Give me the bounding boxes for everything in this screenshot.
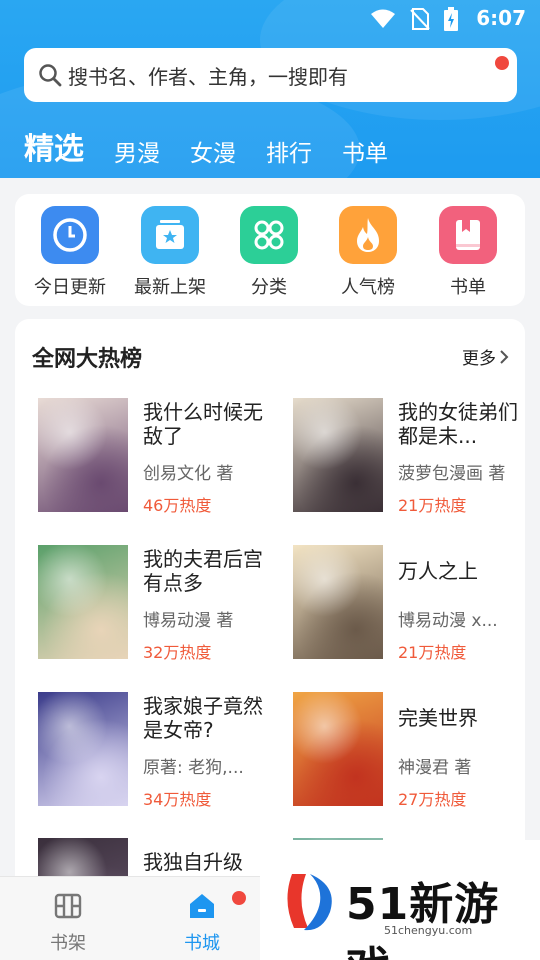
tab-female-comics[interactable]: 女漫 xyxy=(190,134,236,168)
header: 6:07 搜书名、作者、主角，一搜即有 精选 男漫 女漫 排行 书单 xyxy=(0,0,540,178)
watermark-url: 51chengyu.com xyxy=(384,924,473,937)
quick-popular[interactable]: 人气榜 xyxy=(318,206,418,299)
battery-icon xyxy=(444,7,458,31)
book-author: 原著: 老狗,... xyxy=(143,758,244,778)
book-title[interactable]: 万人之上 xyxy=(398,559,525,583)
grid-icon xyxy=(240,206,298,264)
watermark-text: 51新游戏 xyxy=(346,879,500,960)
quick-entry-panel: 今日更新 最新上架 分类 人气榜 书单 xyxy=(15,194,525,306)
book-heat: 21万热度 xyxy=(398,496,467,515)
book-title[interactable]: 完美世界 xyxy=(398,706,525,730)
quick-label: 今日更新 xyxy=(34,277,106,298)
quick-category[interactable]: 分类 xyxy=(219,206,319,299)
quick-booklist[interactable]: 书单 xyxy=(418,206,518,299)
home-icon xyxy=(190,894,214,918)
book-cover[interactable] xyxy=(293,692,383,806)
watermark: 51新游戏 51chengyu.com xyxy=(260,840,540,960)
tab-booklist[interactable]: 书单 xyxy=(342,134,388,168)
tab-male-comics[interactable]: 男漫 xyxy=(114,134,160,168)
status-bar: 6:07 xyxy=(0,0,540,38)
book-cover[interactable] xyxy=(38,545,128,659)
notification-dot xyxy=(232,891,246,905)
quick-label: 人气榜 xyxy=(341,277,395,298)
book-heat: 27万热度 xyxy=(398,790,467,809)
quick-label: 书单 xyxy=(450,277,486,298)
book-cover[interactable] xyxy=(38,398,128,512)
search-placeholder[interactable]: 搜书名、作者、主角，一搜即有 xyxy=(68,61,348,90)
quick-label: 分类 xyxy=(251,277,287,298)
search-icon xyxy=(39,64,62,87)
book-heat: 32万热度 xyxy=(143,643,212,662)
book-title[interactable]: 我家娘子竟然是女帝? xyxy=(143,694,278,742)
quick-today-update[interactable]: 今日更新 xyxy=(20,206,120,299)
star-box-icon xyxy=(141,206,199,264)
book-title[interactable]: 我独自升级 xyxy=(143,850,278,874)
book-title[interactable]: 我的夫君后宫有点多 xyxy=(143,547,278,595)
book-title[interactable]: 我的女徒弟们都是未... xyxy=(398,400,525,448)
tab-ranking[interactable]: 排行 xyxy=(266,134,312,168)
more-label[interactable]: 更多 xyxy=(462,344,496,369)
book-card[interactable]: 我独自升级 xyxy=(38,838,278,879)
status-time: 6:07 xyxy=(476,6,526,30)
notification-dot xyxy=(495,56,509,70)
tab-featured[interactable]: 精选 xyxy=(24,124,84,168)
no-sim-icon xyxy=(410,8,430,30)
nav-bookstore[interactable]: 书城 xyxy=(162,891,242,955)
book-card[interactable]: 我家娘子竟然是女帝? 原著: 老狗,... 34万热度 xyxy=(38,692,278,809)
bookshelf-icon xyxy=(54,893,82,919)
search-bar[interactable]: 搜书名、作者、主角，一搜即有 xyxy=(24,48,517,102)
book-author: 创易文化 著 xyxy=(143,464,234,484)
book-cover[interactable] xyxy=(293,545,383,659)
book-cover[interactable] xyxy=(38,838,128,879)
book-heat: 34万热度 xyxy=(143,790,212,809)
book-card[interactable]: 完美世界 神漫君 著 27万热度 xyxy=(293,692,525,809)
section-title: 全网大热榜 xyxy=(32,347,143,372)
hot-ranking-panel: 全网大热榜 更多 我什么时候无敌了 创易文化 著 46万热度 我的女徒弟们都是未… xyxy=(15,319,525,879)
book-card[interactable]: 我的女徒弟们都是未... 菠萝包漫画 著 21万热度 xyxy=(293,398,525,515)
wifi-icon xyxy=(371,9,395,28)
watermark-logo-icon xyxy=(287,874,332,931)
quick-new-release[interactable]: 最新上架 xyxy=(120,206,220,299)
nav-label: 书架 xyxy=(50,933,86,954)
book-cover[interactable] xyxy=(38,692,128,806)
book-author: 神漫君 著 xyxy=(398,758,472,778)
book-card[interactable]: 我什么时候无敌了 创易文化 著 46万热度 xyxy=(38,398,278,515)
category-tabs: 精选 男漫 女漫 排行 书单 xyxy=(24,124,418,168)
nav-bookshelf[interactable]: 书架 xyxy=(28,891,108,955)
book-author: 菠萝包漫画 著 xyxy=(398,464,506,484)
booklist-icon xyxy=(439,206,497,264)
flame-icon xyxy=(339,206,397,264)
book-card[interactable]: 我的夫君后宫有点多 博易动漫 著 32万热度 xyxy=(38,545,278,662)
book-heat: 46万热度 xyxy=(143,496,212,515)
book-title[interactable]: 我什么时候无敌了 xyxy=(143,400,278,448)
book-heat: 21万热度 xyxy=(398,643,467,662)
status-icons xyxy=(370,7,458,31)
clock-icon xyxy=(41,206,99,264)
more-link[interactable]: 更多 xyxy=(462,344,509,369)
chevron-right-icon xyxy=(500,349,509,364)
book-card[interactable]: 万人之上 博易动漫 x... 21万热度 xyxy=(293,545,525,662)
nav-label: 书城 xyxy=(184,933,220,954)
book-author: 博易动漫 x... xyxy=(398,611,498,631)
quick-label: 最新上架 xyxy=(134,277,206,298)
book-cover[interactable] xyxy=(293,398,383,512)
book-author: 博易动漫 著 xyxy=(143,611,234,631)
